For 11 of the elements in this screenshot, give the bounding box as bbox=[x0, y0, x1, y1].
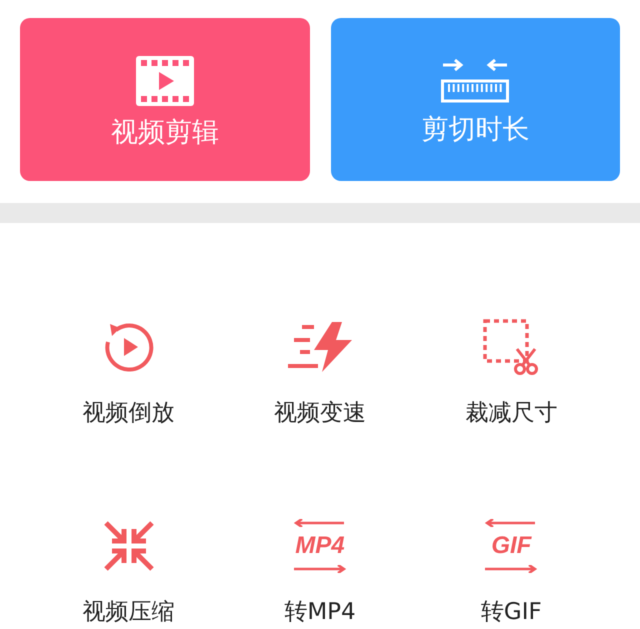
tool-button[interactable]: 视频倒放 bbox=[33, 317, 224, 428]
lightning-icon bbox=[288, 322, 352, 372]
tool-button[interactable]: 视频压缩 bbox=[33, 516, 224, 627]
tool-button[interactable]: GIF 转GIF bbox=[416, 516, 607, 627]
tool-button[interactable]: 视频变速 bbox=[224, 317, 416, 428]
film-icon bbox=[136, 56, 194, 106]
tool-button[interactable]: MP4 转MP4 bbox=[224, 516, 416, 627]
crop-icon bbox=[483, 319, 540, 375]
compress-icon bbox=[104, 521, 154, 571]
tool-button[interactable]: 裁减尺寸 bbox=[416, 317, 607, 428]
ruler-icon bbox=[441, 58, 510, 102]
